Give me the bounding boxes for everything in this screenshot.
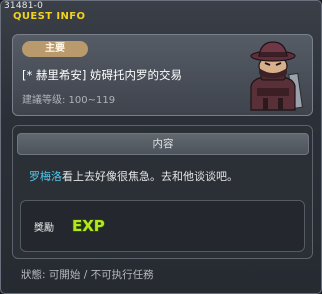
quest-header-panel: 主要 [* 赫里希安] 妨碍托内罗的交易 建議等级: 100~119 [12,34,313,116]
npc-name-link: 罗梅洛 [29,170,62,183]
quest-name: [* 赫里希安] 妨碍托内罗的交易 [22,68,183,82]
exp-text: EXP [72,217,105,235]
quest-info-window: 31481-0 QUEST INFO 主要 [* 赫里希安] 妨碍托内罗的交易 … [0,0,322,294]
quest-description-text: 看上去好像很焦急。去和他谈谈吧。 [62,170,238,183]
quest-level-range: 建議等级: 100~119 [22,95,116,106]
exp-icon: EXP [71,216,105,235]
quest-type-badge: 主要 [22,41,88,57]
quest-status: 狀態: 可開始 / 不可执行任務 [21,269,154,281]
reward-box: 獎勵 EXP [20,200,305,252]
quest-description: 罗梅洛看上去好像很焦急。去和他谈谈吧。 [29,168,238,184]
quest-id: 31481-0 [4,1,44,11]
content-panel: 内容 罗梅洛看上去好像很焦急。去和他谈谈吧。 獎勵 EXP [12,125,313,259]
window-title: QUEST INFO [13,11,86,22]
content-header: 内容 [17,133,309,155]
reward-label: 獎勵 [34,223,54,234]
npc-masked-bandit-icon [250,41,304,111]
